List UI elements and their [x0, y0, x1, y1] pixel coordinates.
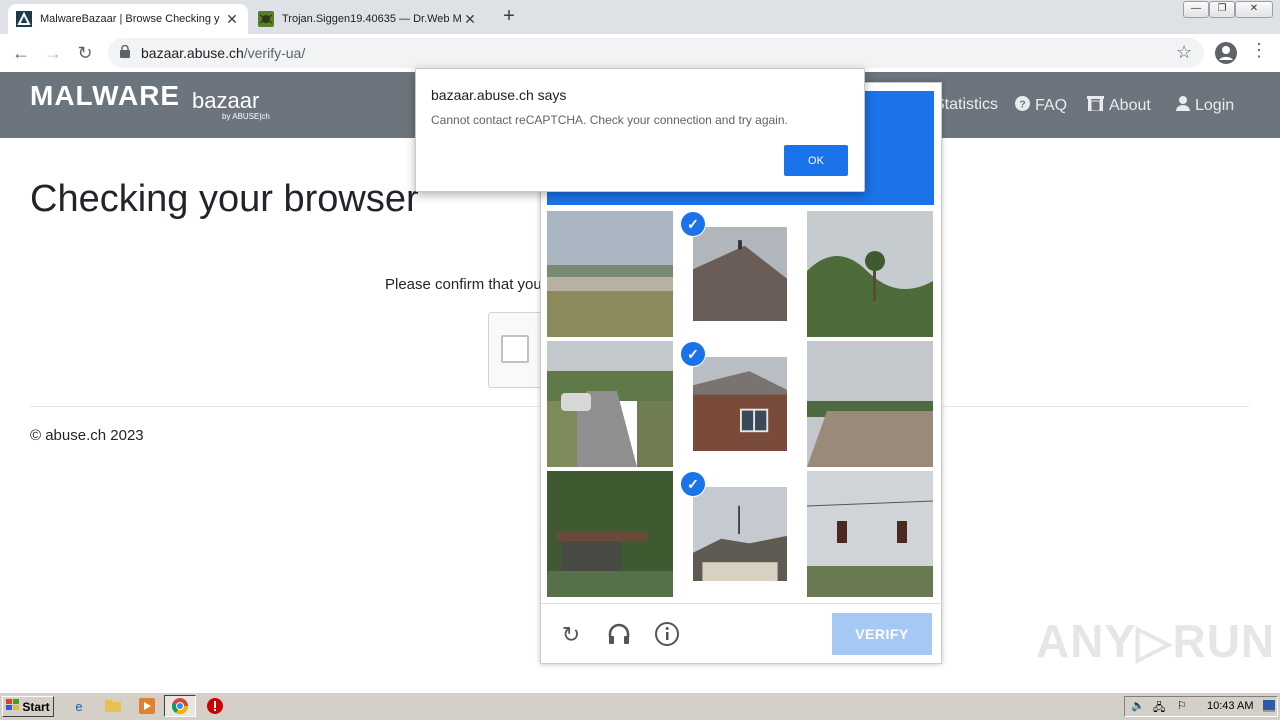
tab-close-icon[interactable]: ✕	[224, 11, 240, 28]
back-arrow-icon[interactable]: ←	[8, 40, 34, 66]
anyrun-watermark: ANY▷RUN	[1036, 615, 1276, 667]
clock: 10:43 AM	[1207, 700, 1254, 712]
malwarebazaar-favicon-icon	[16, 11, 32, 27]
recaptcha-checkbox[interactable]	[501, 335, 529, 363]
challenge-divider	[541, 603, 941, 604]
captcha-tile[interactable]	[547, 211, 673, 337]
drweb-spider-icon	[258, 11, 274, 27]
network-icon[interactable]: 🖧	[1153, 699, 1165, 718]
nav-login-label: Login	[1195, 97, 1235, 114]
flag-icon[interactable]: ⚐	[1177, 699, 1187, 712]
alert-dialog: bazaar.abuse.ch says Cannot contact reCA…	[415, 68, 865, 192]
nav-faq[interactable]: ? FAQ	[1015, 96, 1067, 116]
new-tab-button[interactable]: +	[498, 5, 520, 27]
confirm-text: Please confirm that you	[385, 276, 540, 293]
forward-arrow-icon[interactable]: →	[40, 40, 66, 66]
url-path: /verify-ua/	[243, 45, 306, 61]
nav-faq-label: FAQ	[1035, 97, 1068, 114]
show-desktop-icon[interactable]	[1263, 700, 1275, 715]
restore-button[interactable]: ❐	[1209, 1, 1235, 18]
captcha-tile[interactable]	[807, 341, 933, 467]
volume-icon[interactable]: 🔈	[1131, 699, 1145, 712]
page-title: Checking your browser	[30, 178, 419, 220]
tab-strip: MalwareBazaar | Browse Checking y ✕ Troj…	[0, 0, 1280, 34]
captcha-tile[interactable]	[807, 471, 933, 597]
start-button[interactable]: Start	[2, 696, 54, 717]
tab-malwarebazaar[interactable]: MalwareBazaar | Browse Checking y ✕	[8, 4, 248, 34]
lock-icon	[120, 44, 130, 63]
tab-close-icon[interactable]: ✕	[462, 11, 478, 28]
reload-icon[interactable]: ↻	[72, 40, 98, 66]
nav-about-label: About	[1109, 97, 1151, 114]
svg-text:?: ?	[1019, 99, 1025, 110]
nav-login[interactable]: Login	[1176, 96, 1234, 116]
menu-kebab-icon[interactable]: ⋮	[1250, 40, 1268, 61]
bookmark-star-icon[interactable]: ☆	[1176, 42, 1192, 63]
chrome-icon	[171, 698, 188, 719]
url-host: bazaar.abuse.ch	[141, 45, 244, 61]
windows-logo-icon	[6, 699, 20, 714]
taskbar-chrome-button[interactable]	[164, 695, 196, 717]
nav-statistics[interactable]: Statistics	[934, 96, 998, 114]
logo-malware[interactable]: MALWARE	[30, 80, 180, 112]
address-bar[interactable]: bazaar.abuse.ch/verify-ua/ ☆	[108, 38, 1204, 68]
system-tray: 🔈 🖧 ⚐ 10:43 AM	[1124, 696, 1278, 717]
close-window-button[interactable]: ✕	[1235, 1, 1273, 18]
start-label: Start	[22, 699, 50, 714]
audio-challenge-headphones-icon[interactable]	[605, 621, 633, 649]
footer-copyright: © abuse.ch 2023	[30, 427, 144, 444]
tab-drweb[interactable]: Trojan.Siggen19.40635 — Dr.Web M ✕	[250, 4, 486, 34]
reload-challenge-icon[interactable]: ↻	[557, 621, 585, 649]
captcha-tile[interactable]	[547, 341, 673, 467]
minimize-button[interactable]: —	[1183, 1, 1209, 18]
captcha-tile[interactable]	[547, 471, 673, 597]
tile-selected-check-icon: ✓	[680, 471, 706, 497]
user-icon	[1176, 96, 1190, 116]
tile-selected-check-icon: ✓	[680, 211, 706, 237]
logo-by-abuse: by ABUSE|ch	[222, 112, 270, 121]
profile-avatar-icon[interactable]	[1214, 41, 1238, 70]
help-info-icon[interactable]	[653, 621, 681, 649]
verify-button[interactable]: VERIFY	[832, 613, 932, 655]
dialog-ok-button[interactable]: OK	[784, 145, 848, 176]
tab-title: Trojan.Siggen19.40635 — Dr.Web M	[282, 13, 462, 25]
windows-taskbar: Start e 🔈 🖧 ⚐ 10:43 AM	[0, 692, 1280, 720]
nav-about[interactable]: About	[1087, 96, 1151, 116]
folder-icon[interactable]	[104, 698, 122, 716]
dialog-message: Cannot contact reCAPTCHA. Check your con…	[431, 113, 788, 127]
media-player-icon[interactable]	[138, 698, 156, 716]
tab-title: MalwareBazaar | Browse Checking y	[40, 13, 220, 25]
question-icon: ?	[1015, 96, 1030, 116]
captcha-tile[interactable]	[807, 211, 933, 337]
stop-alert-icon[interactable]	[206, 698, 224, 716]
dialog-title: bazaar.abuse.ch says	[431, 87, 567, 103]
building-icon	[1087, 96, 1104, 116]
internet-explorer-icon[interactable]: e	[70, 698, 88, 716]
tile-selected-check-icon: ✓	[680, 341, 706, 367]
url-text: bazaar.abuse.ch/verify-ua/	[141, 45, 305, 61]
logo-bazaar[interactable]: bazaar	[192, 88, 259, 114]
nav-statistics-label: Statistics	[934, 96, 999, 113]
